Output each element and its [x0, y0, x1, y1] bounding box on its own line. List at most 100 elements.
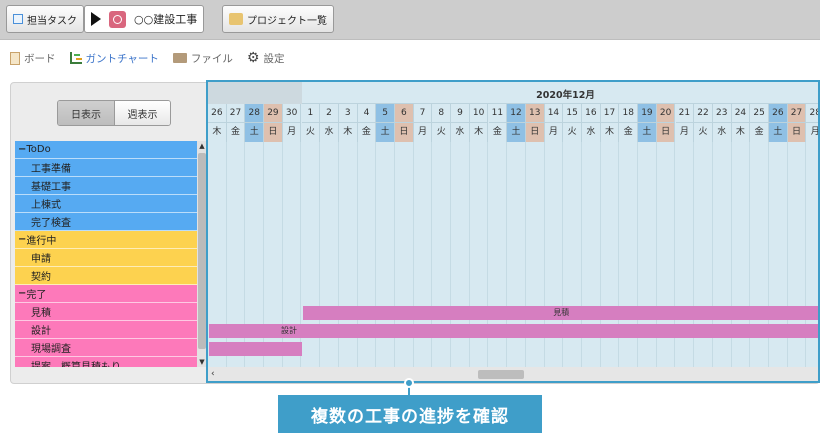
scroll-thumb[interactable] [198, 153, 206, 349]
day-column-header: 29 日 [264, 104, 283, 142]
day-column-header: 17 木 [600, 104, 620, 142]
tree-row-label: 基礎工事 [31, 182, 71, 193]
callout-dot [404, 378, 414, 388]
day-column-header: 14 月 [544, 104, 564, 142]
gantt-horizontal-scrollbar[interactable]: ‹ [208, 367, 818, 381]
weekday-label: 月 [287, 127, 297, 137]
day-column-header: 6日 [395, 104, 414, 142]
tree-task-row[interactable]: 申請 [15, 249, 197, 267]
day-column-header: 22 火 [694, 104, 713, 142]
day-column-header: 11 金 [488, 104, 508, 142]
day-column-header: 15 火 [563, 104, 582, 142]
top-toolbar: 担当タスク ○○建設工事 プロジェクト一覧 [0, 0, 820, 40]
tree-group-row[interactable]: − 完了 [15, 285, 197, 303]
tree-row-label: 契約 [31, 272, 51, 283]
weekday-label: 金 [754, 127, 764, 137]
day-number: 1 [301, 104, 320, 123]
day-number: 28 [245, 104, 264, 123]
task-tree: − ToDo 工事準備基礎工事上棟式完了検査 − 進行中申請契約 − 完了見積設計現場… [15, 141, 207, 367]
day-column-header: 26 土 [769, 104, 788, 142]
weekday-label: 木 [212, 127, 222, 137]
weekday-label: 月 [418, 127, 428, 137]
tree-task-row[interactable]: 基礎工事 [15, 177, 197, 195]
view-toggle: 日表示 週表示 [57, 100, 171, 126]
day-number: 26 [769, 104, 787, 123]
week-view-button[interactable]: 週表示 [114, 101, 170, 125]
day-number: 28 [806, 104, 818, 123]
gantt-bar[interactable] [209, 342, 302, 356]
gantt-bar[interactable]: 見積 [302, 306, 818, 320]
day-column-header: 28 土 [245, 104, 265, 142]
scroll-left-icon[interactable]: ‹ [211, 367, 215, 381]
day-number: 10 [469, 104, 488, 123]
tree-row-label: 見積 [31, 308, 51, 319]
day-column-header: 16 水 [582, 104, 601, 142]
tree-task-row[interactable]: 見積 [15, 303, 197, 321]
tree-row-label: 提案 概算見積もり [31, 358, 121, 367]
gantt-chart-icon [69, 52, 82, 64]
collapse-icon[interactable]: − [18, 288, 26, 299]
month-header: 2020年12月 [208, 82, 818, 104]
tab-settings[interactable]: ⚙ 設定 [247, 51, 285, 66]
gantt-bar[interactable]: 設計 [209, 324, 818, 338]
project-selector[interactable]: ○○建設工事 [84, 5, 205, 33]
tree-task-row[interactable]: 提案 概算見積もり [15, 357, 197, 367]
checkbox-icon [13, 14, 23, 24]
day-number: 8 [432, 104, 451, 123]
weekday-label: 金 [492, 127, 502, 137]
month-label: 2020年12月 [536, 90, 595, 101]
tree-task-row[interactable]: 設計 [15, 321, 197, 339]
day-number: 11 [488, 104, 507, 123]
day-column-header: 25 金 [750, 104, 769, 142]
project-icon [109, 10, 126, 28]
folder-star-icon [229, 13, 243, 25]
tree-task-row[interactable]: 契約 [15, 267, 197, 285]
day-number: 25 [750, 104, 768, 123]
weekday-label: 水 [586, 127, 596, 137]
weekday-label: 金 [231, 127, 241, 137]
day-number: 14 [544, 104, 563, 123]
day-number: 29 [264, 104, 282, 123]
day-number: 9 [451, 104, 469, 123]
day-number: 18 [619, 104, 638, 123]
scroll-thumb[interactable] [478, 370, 524, 379]
day-number: 22 [694, 104, 712, 123]
weekday-label: 金 [361, 127, 371, 137]
tree-row-label: 申請 [31, 254, 51, 265]
weekday-label: 木 [735, 127, 745, 137]
tree-row-label: 工事準備 [31, 164, 71, 175]
day-column-header: 27 金 [226, 104, 246, 142]
weekday-label: 水 [717, 127, 727, 137]
project-list-button[interactable]: プロジェクト一覧 [222, 5, 334, 33]
tab-board[interactable]: ボード [10, 51, 56, 66]
project-list-label: プロジェクト一覧 [247, 15, 327, 27]
tree-task-row[interactable]: 上棟式 [15, 195, 197, 213]
day-column-header: 28 月 [806, 104, 820, 142]
day-column-header: 10 木 [469, 104, 489, 142]
weekday-label: 日 [792, 127, 802, 137]
tab-gantt-chart[interactable]: ガントチャート [69, 51, 159, 66]
tree-task-row[interactable]: 工事準備 [15, 159, 197, 177]
tree-task-row[interactable]: 現場調査 [15, 339, 197, 357]
tree-task-row[interactable]: 完了検査 [15, 213, 197, 231]
day-column-header: 13 日 [525, 104, 545, 142]
day-number: 6 [395, 104, 413, 123]
collapse-icon[interactable]: − [18, 234, 26, 245]
tab-file[interactable]: ファイル [172, 51, 233, 66]
weekday-label: 火 [436, 127, 446, 137]
day-number: 2 [320, 104, 338, 123]
day-number: 23 [712, 104, 731, 123]
tree-row-label: 上棟式 [31, 200, 61, 211]
tab-settings-label: 設定 [263, 52, 285, 65]
day-view-button[interactable]: 日表示 [58, 101, 114, 125]
tree-group-row[interactable]: − ToDo [15, 141, 197, 159]
tree-row-label: 現場調査 [31, 344, 71, 355]
weekday-label: 月 [548, 127, 558, 137]
weekday-label: 土 [773, 127, 783, 137]
weekday-label: 月 [810, 127, 820, 137]
day-column-header: 24 木 [731, 104, 751, 142]
tree-row-label: ToDo [26, 144, 51, 155]
tree-group-row[interactable]: − 進行中 [15, 231, 197, 249]
assigned-tasks-button[interactable]: 担当タスク [6, 5, 84, 33]
day-number: 26 [208, 104, 226, 123]
